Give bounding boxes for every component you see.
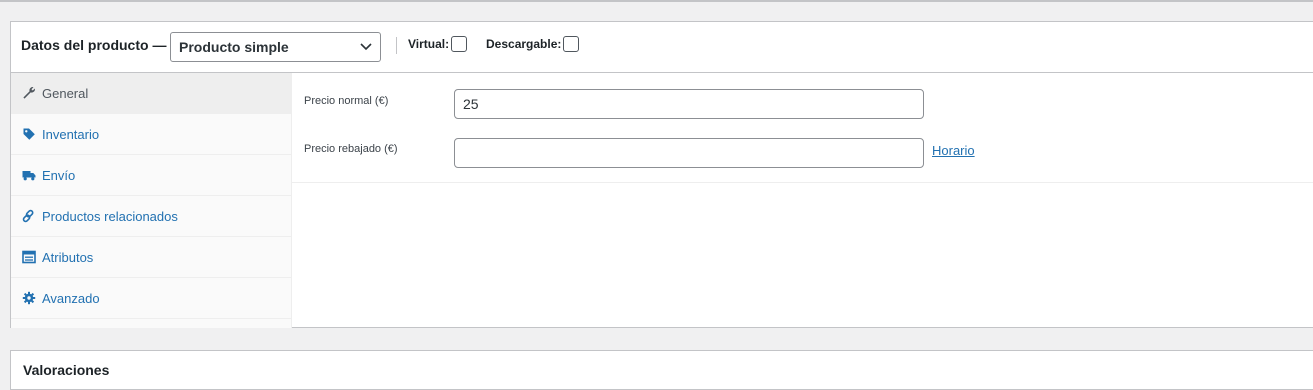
product-data-header: Datos del producto — Producto simple Vir… xyxy=(11,22,1313,73)
tab-attributes[interactable]: Atributos xyxy=(11,237,291,278)
product-data-title: Datos del producto — xyxy=(21,37,167,53)
downloadable-checkbox[interactable] xyxy=(563,36,580,52)
reviews-panel: Valoraciones xyxy=(10,350,1313,390)
virtual-label: Virtual: xyxy=(408,37,450,52)
options-separator xyxy=(396,37,397,54)
tab-advanced[interactable]: Avanzado xyxy=(11,278,291,319)
tag-icon xyxy=(23,128,35,140)
tab-advanced-label: Avanzado xyxy=(42,291,100,306)
tab-attributes-label: Atributos xyxy=(42,250,94,265)
tab-shipping-label: Envío xyxy=(42,168,76,183)
tab-inventory[interactable]: Inventario xyxy=(11,114,291,155)
tab-linked-products[interactable]: Productos relacionados xyxy=(11,196,291,237)
product-data-panel: Datos del producto — Producto simple Vir… xyxy=(10,21,1313,328)
table-icon xyxy=(22,250,36,264)
sale-price-label: Precio rebajado (€) xyxy=(304,143,398,155)
tab-shipping[interactable]: Envío xyxy=(11,155,291,196)
wrench-icon xyxy=(23,87,35,99)
product-type-value: Producto simple xyxy=(179,39,289,55)
tab-inventory-label: Inventario xyxy=(42,127,100,142)
virtual-checkbox[interactable] xyxy=(451,36,468,52)
downloadable-option[interactable]: Descargable: xyxy=(486,36,580,53)
product-type-select[interactable]: Producto simple xyxy=(170,32,381,62)
virtual-option[interactable]: Virtual: xyxy=(408,36,468,53)
gear-icon xyxy=(22,291,36,305)
sale-price-input[interactable] xyxy=(454,138,924,168)
truck-icon xyxy=(22,171,36,181)
regular-price-input[interactable] xyxy=(454,89,924,119)
chevron-down-icon xyxy=(360,43,372,51)
tab-general-label: General xyxy=(42,86,89,101)
product-data-tabs: General Inventario Envío Productos relac… xyxy=(11,73,292,328)
tab-general[interactable]: General xyxy=(11,73,291,114)
regular-price-label: Precio normal (€) xyxy=(304,95,389,107)
general-panel: Precio normal (€) Precio rebajado (€) Ho… xyxy=(292,73,1313,183)
tab-linked-products-label: Productos relacionados xyxy=(42,209,178,224)
downloadable-label: Descargable: xyxy=(486,37,562,52)
schedule-link[interactable]: Horario xyxy=(932,143,975,158)
top-divider xyxy=(0,0,1313,2)
link-icon xyxy=(22,209,34,223)
